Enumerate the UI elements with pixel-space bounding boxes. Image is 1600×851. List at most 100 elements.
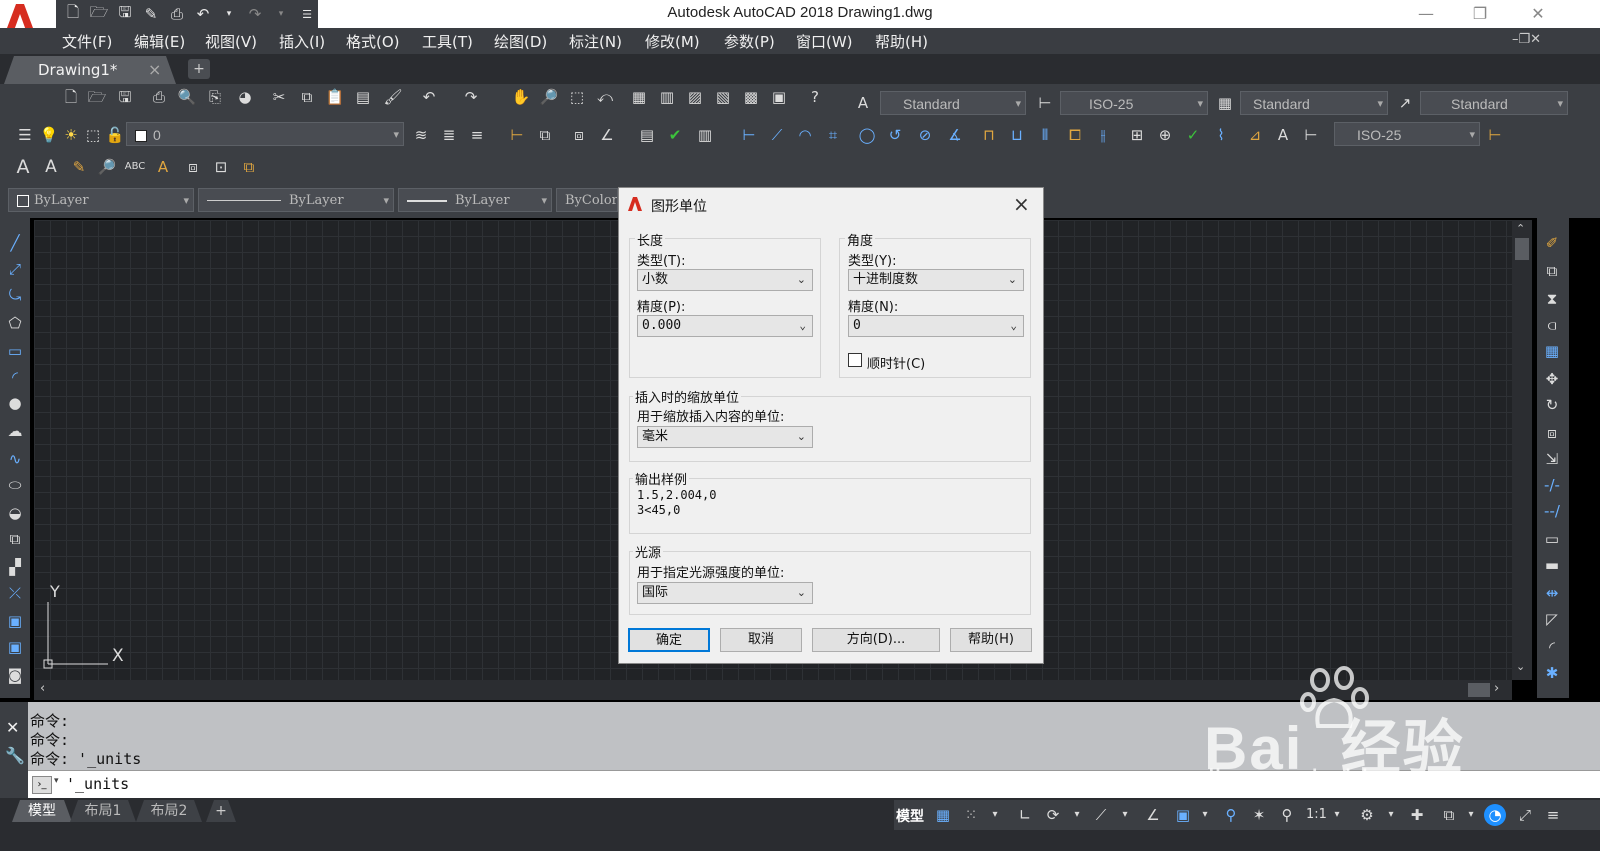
dim-edit-icon[interactable]: ⊿ [1244,124,1266,146]
check-icon[interactable]: ✔ [664,124,686,146]
scroll-left-icon[interactable]: ‹ [40,681,45,696]
inspect-icon[interactable]: ✓ [1182,124,1204,146]
text-style-select[interactable]: Standard ▾ [880,91,1026,115]
vertical-scrollbar[interactable]: ⌃ ⌄ [1512,220,1532,680]
saveas-icon[interactable]: ✎ [140,4,162,24]
help-button[interactable]: 帮助(H) [950,628,1032,652]
plot-icon[interactable]: ⎙ [166,4,188,24]
angle-type-select[interactable]: 十进制度数 ⌄ [848,269,1024,291]
region-icon[interactable]: ◙ [4,664,26,686]
dim-style-icon[interactable]: ⊢ [1034,92,1056,114]
lineweight-select[interactable]: ByLayer ▾ [398,188,552,212]
jogged-linear-icon[interactable]: ⌇ [1210,124,1232,146]
polyline-icon[interactable]: ⤿ [4,284,26,306]
tool-palettes-icon[interactable]: ▨ [684,86,706,108]
minimize-icon[interactable]: — [1406,2,1446,26]
model-space-toggle[interactable]: 模型 [896,806,924,826]
menu-window[interactable]: 窗口(W) [796,31,853,52]
pan-icon[interactable]: ✋ [510,86,532,108]
rotate-icon[interactable]: ↻ [1541,394,1563,416]
dim-arc-icon[interactable]: ◠ [794,124,816,146]
construction-line-icon[interactable]: ⤢ [4,258,26,280]
mirror-icon[interactable]: ⧗ [1541,288,1563,310]
dim-style-select[interactable]: ISO-25 ▾ [1060,91,1208,115]
zoom-realtime-icon[interactable]: 🔎 [538,86,560,108]
dim-style-manager-icon[interactable]: ⊢ [1484,124,1506,146]
dim-aligned-icon[interactable]: ⟋ [766,124,788,146]
plot-preview-icon[interactable]: 🔍 [176,86,198,108]
layout-tab-layout1[interactable]: 布局1 [70,800,136,822]
match-properties-icon[interactable]: 🖌 [382,86,404,108]
menu-tools[interactable]: 工具(T) [422,31,473,52]
new-icon[interactable]: 🗋 [62,3,84,24]
sheet-set-icon[interactable]: ▧ [712,86,734,108]
fillet-icon[interactable]: ◜ [1541,636,1563,658]
snap-icon[interactable]: ⁙ [960,804,982,826]
insert-block-icon[interactable]: ⧉ [4,528,26,550]
quick-dim-icon[interactable]: ⊓ [978,124,1000,146]
redo-icon[interactable]: ↷ [244,4,266,24]
grid-icon[interactable]: ▦ [932,804,954,826]
break-at-point-icon[interactable]: ▭ [1541,528,1563,550]
zoom-previous-icon[interactable]: ⤺ [594,86,616,108]
dim-update-icon[interactable]: ⊢ [1300,124,1322,146]
clockwise-label[interactable]: 顺时针(C) [867,353,925,372]
save-icon[interactable]: 🖫 [114,3,136,24]
clockwise-checkbox[interactable] [848,353,862,367]
direction-button[interactable]: 方向(D)... [812,628,940,652]
menu-help[interactable]: 帮助(H) [875,31,928,52]
redo-icon[interactable]: ↷ [460,86,482,108]
zoom-window-icon[interactable]: ⬚ [566,86,588,108]
recent-commands-icon[interactable]: ▾ [54,776,59,786]
open-icon[interactable]: 🗁 [88,3,110,24]
publish-icon[interactable]: ⎘ [204,86,226,108]
close-command-line-icon[interactable]: ✕ [6,718,19,737]
dim-diameter-icon[interactable]: ⊘ [914,124,936,146]
trim-icon[interactable]: -/- [1541,474,1563,496]
draworder-icon[interactable]: ⧈ [568,124,590,146]
angle-icon[interactable]: ∠ [596,124,618,146]
length-precision-select[interactable]: 0.000 ⌄ [637,315,813,337]
dim-linear-icon[interactable]: ⊢ [506,124,528,146]
isodraft-icon[interactable]: ⟋ [1090,804,1112,826]
3d-dwf-icon[interactable]: ◕ [234,86,256,108]
layer-on-icon[interactable]: 💡 [38,124,60,146]
stretch-icon[interactable]: ⇲ [1541,448,1563,470]
scroll-up-icon[interactable]: ⌃ [1516,222,1525,235]
object-snap-icon[interactable]: ▣ [1172,804,1194,826]
table-style-icon[interactable]: ▦ [1214,92,1236,114]
copy-object-icon[interactable]: ⧉ [1541,260,1563,282]
hatch-icon[interactable]: ▣ [4,610,26,632]
tolerance-icon[interactable]: ⊞ [1126,124,1148,146]
polar-dropdown-icon[interactable]: ▾ [1066,804,1088,826]
ortho-icon[interactable]: ∟ [1014,804,1036,826]
dim-copy-icon[interactable]: ⧉ [534,124,556,146]
object-snap-tracking-icon[interactable]: ∠ [1142,804,1164,826]
dim-space-icon[interactable]: ⧠ [1064,124,1086,146]
menu-dimension[interactable]: 标注(N) [569,31,622,52]
undo-icon[interactable]: ↶ [192,4,214,24]
scale-icon[interactable]: ⧈ [1541,422,1563,444]
gradient-icon[interactable]: ▣ [4,636,26,658]
menu-draw[interactable]: 绘图(D) [494,31,547,52]
layer-freeze-icon[interactable]: ☀ [60,124,82,146]
calculator-icon[interactable]: ▣ [768,86,790,108]
join-icon[interactable]: ⇹ [1541,582,1563,604]
dim-break-icon[interactable]: ⫲ [1092,124,1114,146]
undo-dropdown-icon[interactable]: ▾ [218,4,240,24]
layer-select[interactable]: 0 ▾ [126,122,404,146]
dim-radius-icon[interactable]: ◯ [856,124,878,146]
rectangle-icon[interactable]: ▭ [4,340,26,362]
break-icon[interactable]: ▬ [1541,554,1563,576]
redo-dropdown-icon[interactable]: ▾ [270,4,292,24]
edit-text-icon[interactable]: ✎ [68,156,90,178]
restore-icon[interactable]: ❐ [1460,2,1500,26]
find-icon[interactable]: 🔎 [96,156,118,178]
spell-check-icon[interactable]: ABC [124,156,146,178]
offset-icon[interactable]: ⫏ [1541,314,1563,336]
text-style-icon[interactable]: A [852,92,874,114]
customize-icon[interactable]: ☰ [296,4,318,24]
menu-parametric[interactable]: 参数(P) [724,31,775,52]
layer-lock-icon[interactable]: 🔓 [104,124,126,146]
layer-previous-icon[interactable]: ≣ [438,124,460,146]
